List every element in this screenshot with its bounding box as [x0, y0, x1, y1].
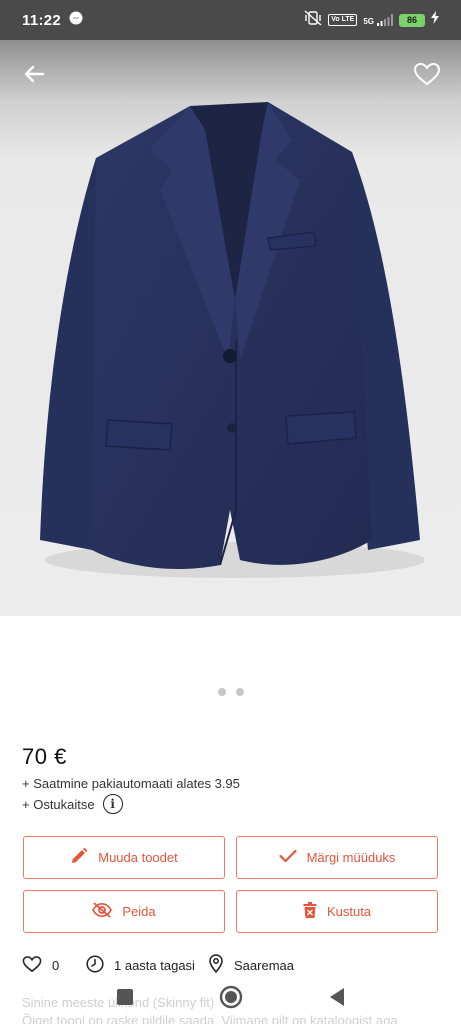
triangle-back-icon: [328, 987, 346, 1012]
status-bar: 11:22 Vo LTE 5G 86: [0, 0, 461, 40]
pencil-icon: [70, 847, 88, 868]
shipping-info: + Saatmine pakiautomaati alates 3.95: [22, 776, 240, 791]
back-nav-button[interactable]: [322, 984, 352, 1014]
square-icon: [116, 988, 134, 1011]
status-time: 11:22: [22, 11, 62, 29]
eye-off-icon: [92, 902, 113, 921]
clock-icon: [86, 954, 104, 976]
hide-label: Peida: [122, 904, 156, 919]
buyer-protection-label: + Ostukaitse: [22, 796, 95, 812]
likes-value: 0: [52, 957, 60, 973]
trash-icon: [303, 902, 317, 921]
recent-apps-button[interactable]: [110, 984, 140, 1014]
arrow-left-icon: [23, 63, 45, 90]
product-image-carousel[interactable]: [0, 40, 461, 616]
listing-age: 1 aasta tagasi: [86, 954, 208, 976]
navy-blazer-photo: [40, 102, 425, 578]
carousel-dot-2[interactable]: [235, 688, 244, 696]
edit-product-label: Muuda toodet: [98, 850, 178, 865]
location-value: Saaremaa: [234, 957, 294, 973]
battery-icon: 86: [399, 13, 425, 27]
back-button[interactable]: [14, 56, 54, 96]
delete-button[interactable]: Kustuta: [236, 890, 438, 933]
price: 70 €: [22, 744, 67, 769]
5g-signal-icon: 5G: [363, 14, 393, 26]
circle-icon: [219, 985, 243, 1014]
messenger-icon: [69, 11, 83, 30]
carousel-indicator: [0, 688, 461, 696]
heart-outline-icon: [413, 62, 441, 91]
system-navigation-bar: [0, 974, 461, 1024]
location-pin-icon: [208, 954, 224, 976]
mark-sold-button[interactable]: Märgi müüduks: [236, 836, 438, 879]
listing-age-value: 1 aasta tagasi: [114, 957, 195, 973]
hide-button[interactable]: Peida: [23, 890, 225, 933]
edit-product-button[interactable]: Muuda toodet: [23, 836, 225, 879]
checkmark-icon: [278, 849, 297, 866]
mark-sold-label: Märgi müüduks: [306, 850, 396, 865]
likes-count: 0: [22, 955, 86, 976]
buyer-protection: + Ostukaitse i: [22, 794, 123, 814]
volte-icon: Vo LTE: [328, 14, 358, 26]
delete-label: Kustuta: [326, 904, 372, 919]
home-button[interactable]: [216, 984, 246, 1014]
listing-meta: 0 1 aasta tagasi Saaremaa: [22, 954, 294, 976]
heart-icon: [22, 955, 42, 976]
mute-vibrate-icon: [304, 9, 322, 31]
carousel-dot-1[interactable]: [217, 688, 226, 696]
charging-icon: [431, 11, 439, 29]
favorite-button[interactable]: [407, 56, 447, 96]
listing-location: Saaremaa: [208, 954, 294, 976]
info-icon[interactable]: i: [102, 794, 123, 814]
